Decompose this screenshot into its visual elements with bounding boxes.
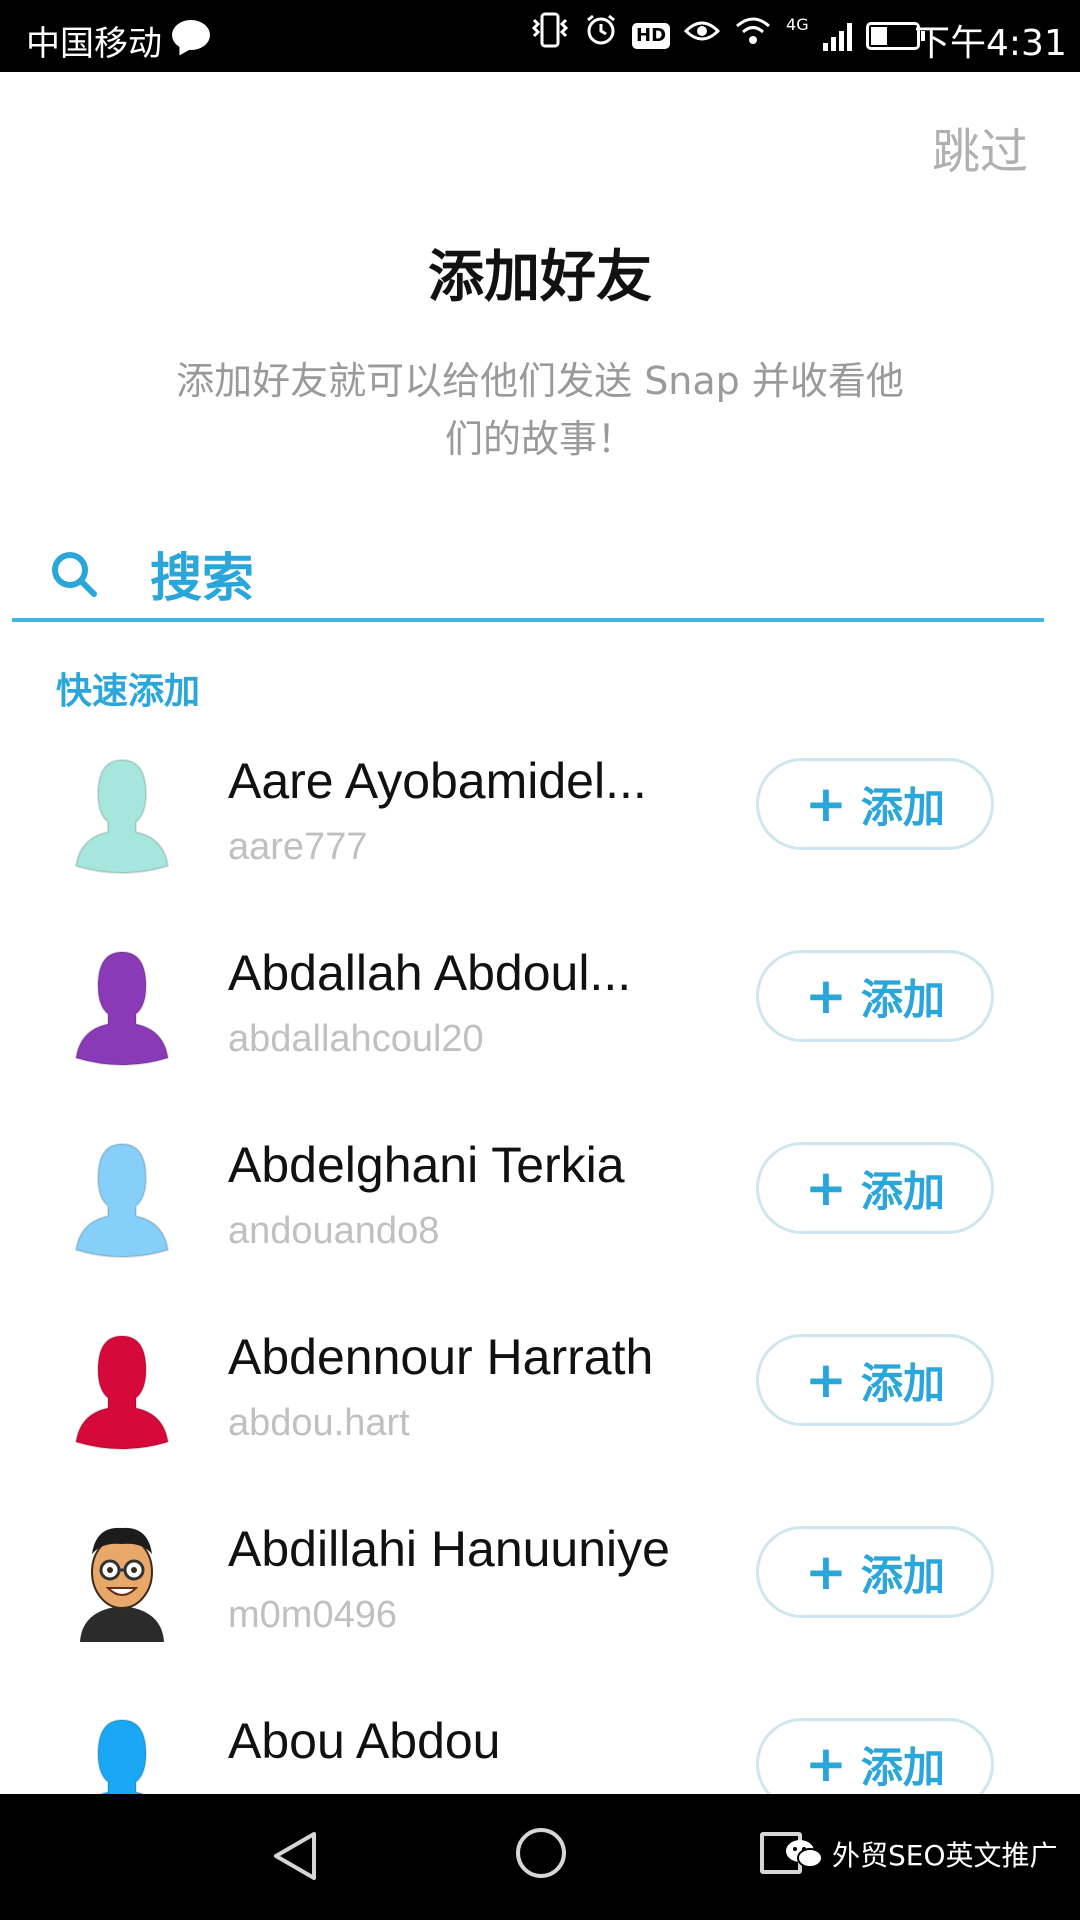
- list-item[interactable]: Abou Abdou + 添加: [0, 1700, 1080, 1794]
- friend-name: Abdallah Abdoul...: [228, 945, 632, 1001]
- vibrate-icon: [530, 12, 570, 61]
- plus-icon: +: [805, 1351, 847, 1409]
- search-icon: [52, 552, 97, 597]
- bitmoji-avatar[interactable]: [72, 1514, 172, 1644]
- plus-icon: +: [805, 1735, 847, 1793]
- eye-icon: [683, 14, 721, 58]
- friend-name: Aare Ayobamidel...: [228, 753, 647, 809]
- add-friend-label: 添加: [860, 1166, 945, 1216]
- watermark-text: 外贸SEO英文推广: [832, 1839, 1058, 1872]
- search-placeholder[interactable]: 搜索: [150, 536, 254, 611]
- watermark: 外贸SEO英文推广: [784, 1834, 1058, 1874]
- plus-icon: +: [805, 1543, 847, 1601]
- friend-name: Abdillahi Hanuuniye: [228, 1521, 670, 1577]
- friend-username: abdou.hart: [228, 1402, 410, 1444]
- plus-icon: +: [805, 967, 847, 1025]
- chat-notification-icon: [172, 20, 210, 50]
- add-friend-label: 添加: [860, 974, 945, 1024]
- battery-icon: [865, 22, 925, 50]
- list-item[interactable]: Abdennour Harrath abdou.hart + 添加: [0, 1316, 1080, 1508]
- list-item[interactable]: Abdillahi Hanuuniye m0m0496 + 添加: [0, 1508, 1080, 1700]
- friend-name: Abou Abdou: [228, 1713, 501, 1769]
- plus-icon: +: [805, 775, 847, 833]
- signal-icon: [822, 21, 852, 51]
- status-bar: 中国移动 HD 4G 下午4:31: [0, 0, 1080, 72]
- friend-username: aare777: [228, 826, 368, 868]
- person-silhouette-icon[interactable]: [72, 1322, 172, 1452]
- person-silhouette-icon[interactable]: [72, 938, 172, 1068]
- hd-icon: HD: [632, 23, 671, 49]
- quick-add-heading: 快速添加: [56, 671, 201, 712]
- list-item[interactable]: Aare Ayobamidel... aare777 + 添加: [0, 740, 1080, 932]
- add-friend-button[interactable]: + 添加: [756, 1334, 994, 1426]
- home-icon[interactable]: [516, 1828, 566, 1878]
- friend-username: andouando8: [228, 1210, 440, 1252]
- add-friend-label: 添加: [860, 1742, 945, 1792]
- navigation-bar: 外贸SEO英文推广: [0, 1794, 1080, 1920]
- friend-name: Abdennour Harrath: [228, 1329, 654, 1385]
- skip-button[interactable]: 跳过: [932, 112, 1028, 182]
- carrier-label: 中国移动: [26, 24, 162, 64]
- friend-username: abdallahcoul20: [228, 1018, 484, 1060]
- plus-icon: +: [805, 1159, 847, 1217]
- list-item[interactable]: Abdelghani Terkia andouando8 + 添加: [0, 1124, 1080, 1316]
- person-silhouette-icon[interactable]: [72, 1706, 172, 1794]
- wechat-icon: [786, 1840, 823, 1868]
- add-friend-label: 添加: [860, 782, 945, 832]
- add-friend-label: 添加: [860, 1550, 945, 1600]
- person-silhouette-icon[interactable]: [72, 746, 172, 876]
- add-friends-screen: 跳过 添加好友 添加好友就可以给他们发送 Snap 并收看他们的故事！ 搜索 快…: [0, 72, 1080, 1794]
- add-friend-button[interactable]: + 添加: [756, 758, 994, 850]
- add-friend-button[interactable]: + 添加: [756, 950, 994, 1042]
- clock-label: 下午4:31: [914, 23, 1067, 64]
- add-friend-label: 添加: [860, 1358, 945, 1408]
- alarm-icon: [584, 13, 618, 60]
- network-type-label: 4G: [786, 15, 809, 34]
- page-title: 添加好友: [428, 245, 652, 310]
- quick-add-list: Aare Ayobamidel... aare777 + 添加 Abdallah…: [0, 740, 1080, 1794]
- back-icon[interactable]: [270, 1830, 320, 1882]
- add-friend-button[interactable]: + 添加: [756, 1142, 994, 1234]
- person-silhouette-icon[interactable]: [72, 1130, 172, 1260]
- add-friend-button[interactable]: + 添加: [756, 1718, 994, 1794]
- friend-username: m0m0496: [228, 1594, 397, 1636]
- page-subtitle: 添加好友就可以给他们发送 Snap 并收看他们的故事！: [176, 359, 904, 461]
- add-friend-button[interactable]: + 添加: [756, 1526, 994, 1618]
- list-item[interactable]: Abdallah Abdoul... abdallahcoul20 + 添加: [0, 932, 1080, 1124]
- status-icons: HD 4G: [530, 12, 925, 61]
- friend-name: Abdelghani Terkia: [228, 1137, 625, 1193]
- wifi-icon: [734, 14, 772, 59]
- search-field[interactable]: 搜索: [12, 522, 1044, 622]
